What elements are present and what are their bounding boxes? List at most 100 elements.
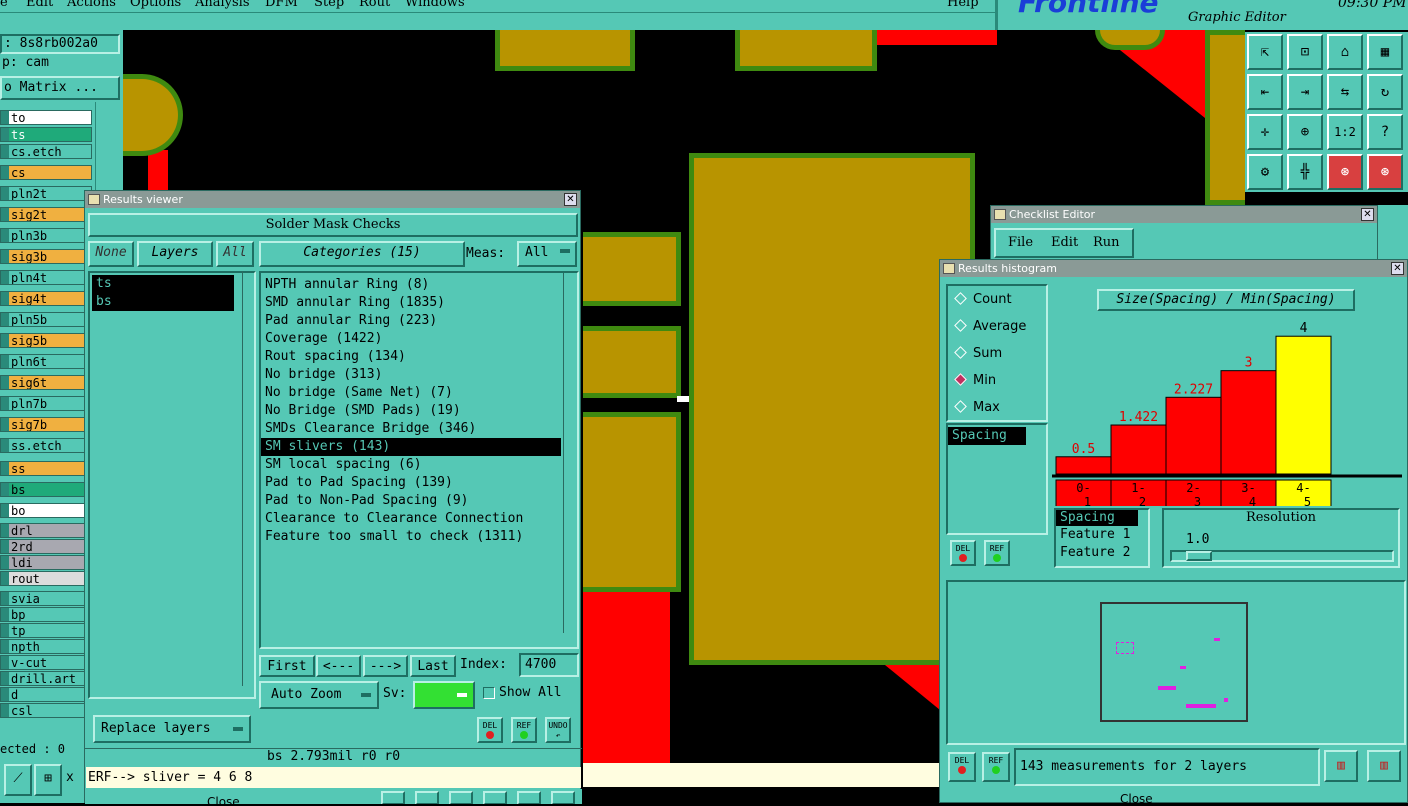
layer-row[interactable]: ts	[0, 127, 92, 142]
layer-row[interactable]: sig2t	[0, 207, 92, 222]
tool-icon[interactable]	[551, 791, 575, 804]
layer-row[interactable]: ss.etch	[0, 438, 92, 453]
layer-row[interactable]: pln3b	[0, 228, 92, 243]
layer-row[interactable]: cs	[0, 165, 92, 180]
categories-button[interactable]: Categories (15)	[259, 241, 465, 267]
all-button[interactable]: All	[216, 241, 254, 267]
close-icon[interactable]: ✕	[564, 193, 577, 206]
tool-icon[interactable]	[415, 791, 439, 804]
list-item[interactable]: Coverage (1422)	[261, 330, 561, 348]
layer-row[interactable]: npth	[0, 639, 92, 654]
home-icon[interactable]: ⌂	[1327, 34, 1363, 70]
layer-row[interactable]: ss	[0, 461, 92, 476]
measure-tool-icon[interactable]: ⟋	[4, 764, 32, 796]
list-item[interactable]: SM local spacing (6)	[261, 456, 561, 474]
property-list[interactable]: Spacing Feature 1 Feature 2	[1054, 508, 1150, 568]
index-input[interactable]: 4700	[519, 653, 579, 677]
histogram-reference-button[interactable]: REF	[984, 540, 1010, 566]
layer-list-box[interactable]: ts bs	[88, 271, 256, 699]
menu-item-windows[interactable]: Windows	[405, 0, 465, 10]
zoom-home-icon[interactable]: ⇱	[1247, 34, 1283, 70]
tool-icon[interactable]	[483, 791, 507, 804]
layer-row[interactable]: svia	[0, 591, 92, 606]
next-button[interactable]: --->	[363, 655, 408, 677]
category-list-box[interactable]: NPTH annular Ring (8) SMD annular Ring (1…	[259, 271, 579, 649]
checklist-menu-edit[interactable]: Edit	[1051, 235, 1078, 250]
list-item[interactable]: No Bridge (SMD Pads) (19)	[261, 402, 561, 420]
list-item[interactable]: bs	[92, 293, 234, 311]
layer-row[interactable]: pln7b	[0, 396, 92, 411]
category-list-scrollbar[interactable]	[563, 273, 577, 633]
last-button[interactable]: Last	[410, 655, 456, 677]
layer-row[interactable]: pln6t	[0, 354, 92, 369]
list-item[interactable]: Feature 1	[1056, 526, 1148, 544]
list-item[interactable]: Feature too small to check (1311)	[261, 528, 561, 546]
list-item[interactable]: No bridge (313)	[261, 366, 561, 384]
close-icon[interactable]: ✕	[1361, 208, 1374, 221]
swap-icon[interactable]: ⇆	[1327, 74, 1363, 110]
show-all-checkbox[interactable]	[483, 687, 495, 699]
preview-delete-button[interactable]: DEL	[948, 752, 976, 782]
menu-item-dfm[interactable]: DFM	[265, 0, 298, 10]
window-menu-icon[interactable]	[994, 209, 1006, 220]
first-button[interactable]: First	[259, 655, 315, 677]
results-histogram-titlebar[interactable]: Results histogram ✕	[940, 260, 1407, 277]
list-item[interactable]: SMD annular Ring (1835)	[261, 294, 561, 312]
export-chart-icon[interactable]: ▥	[1324, 750, 1358, 782]
layer-row[interactable]: rout	[0, 571, 92, 586]
list-item[interactable]: Pad to Pad Spacing (139)	[261, 474, 561, 492]
close-icon[interactable]: ✕	[1391, 262, 1404, 275]
layer-row[interactable]: sig6t	[0, 375, 92, 390]
layers-button[interactable]: Layers	[137, 241, 213, 267]
list-item[interactable]: Spacing	[948, 427, 1026, 445]
list-item[interactable]: Spacing	[1056, 510, 1138, 526]
replace-layers-dropdown[interactable]: Replace layers	[93, 715, 251, 743]
checklist-menu-run[interactable]: Run	[1093, 235, 1120, 250]
list-item[interactable]: Rout spacing (134)	[261, 348, 561, 366]
radio-min[interactable]: Min	[954, 373, 996, 388]
list-item[interactable]: No bridge (Same Net) (7)	[261, 384, 561, 402]
menu-item-step[interactable]: Step	[314, 0, 344, 10]
list-item[interactable]: SM slivers (143)	[261, 438, 561, 456]
matrix-button[interactable]: o Matrix ...	[0, 76, 120, 100]
layer-row[interactable]: sig4t	[0, 291, 92, 306]
slider-handle[interactable]	[1186, 551, 1212, 561]
layer-row[interactable]: tp	[0, 623, 92, 638]
window-menu-icon[interactable]	[88, 194, 100, 205]
save-view-icon[interactable]: ⊡	[1287, 34, 1323, 70]
checklist-menu-file[interactable]: File	[1008, 235, 1033, 250]
radio-average[interactable]: Average	[954, 319, 1026, 334]
layer-row[interactable]: cs.etch	[0, 144, 92, 159]
layer-row[interactable]: v-cut	[0, 655, 92, 670]
layer-row[interactable]: sig3b	[0, 249, 92, 264]
list-item[interactable]: NPTH annular Ring (8)	[261, 276, 561, 294]
layer-row[interactable]: drl	[0, 523, 92, 538]
tool-icon[interactable]	[517, 791, 541, 804]
help-icon[interactable]: ?	[1367, 114, 1403, 150]
meas-dropdown[interactable]: All	[517, 241, 577, 267]
measure-icon[interactable]: ⚙	[1247, 154, 1283, 190]
menu-item-rout[interactable]: Rout	[359, 0, 390, 10]
radio-count[interactable]: Count	[954, 292, 1012, 307]
window-menu-icon[interactable]	[943, 263, 955, 274]
list-item[interactable]: Feature 2	[1056, 544, 1148, 562]
delete-button[interactable]: DEL	[477, 717, 503, 743]
checklist-editor-titlebar[interactable]: Checklist Editor ✕	[991, 206, 1377, 223]
layer-row[interactable]: to	[0, 110, 92, 125]
layer-row[interactable]: bs	[0, 482, 92, 497]
auto-zoom-dropdown[interactable]: Auto Zoom	[259, 681, 379, 709]
undo-button[interactable]: UNDO ↶	[545, 717, 571, 743]
histogram-delete-button[interactable]: DEL	[950, 540, 976, 566]
list-item[interactable]: ts	[92, 275, 234, 293]
menu-item-file[interactable]: e	[0, 0, 8, 10]
layer-row[interactable]: csl	[0, 703, 92, 718]
layer-row[interactable]: d	[0, 687, 92, 702]
layer-list-scrollbar[interactable]	[242, 271, 256, 686]
radio-sum[interactable]: Sum	[954, 346, 1002, 361]
list-item[interactable]: SMDs Clearance Bridge (346)	[261, 420, 561, 438]
layer-row[interactable]: pln5b	[0, 312, 92, 327]
list-item[interactable]: Pad to Non-Pad Spacing (9)	[261, 492, 561, 510]
chart-settings-icon[interactable]: ▥	[1367, 750, 1401, 782]
severity-dropdown[interactable]	[413, 681, 475, 709]
layer-row[interactable]: ldi	[0, 555, 92, 570]
